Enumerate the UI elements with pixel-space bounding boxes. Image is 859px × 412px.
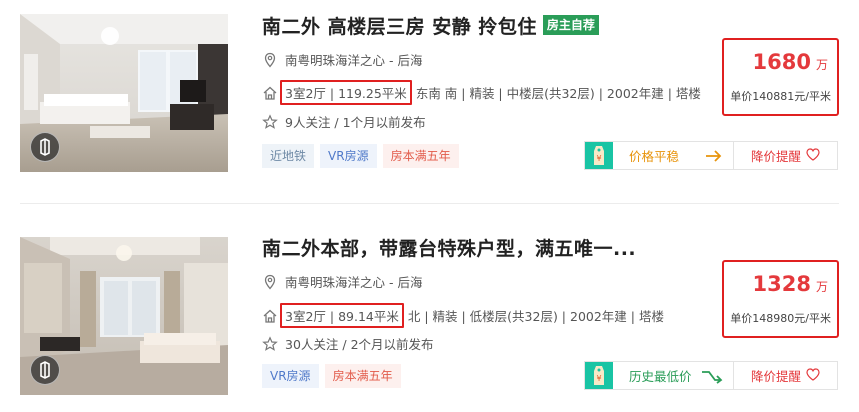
follow-text: 9人关注 / 1个月以前发布	[285, 115, 426, 130]
house-details: 北 | 精装 | 低楼层(共32层) | 2002年建 | 塔楼	[407, 309, 664, 324]
tag-five-years: 房本满五年	[382, 144, 459, 168]
owner-recommend-badge: 房主自荐	[542, 15, 599, 35]
layout-area-highlight: 3室2厅 | 119.25平米	[280, 80, 412, 105]
price-trend-button[interactable]: ¥ 历史最低价	[584, 361, 734, 390]
total-price-number: 1328	[752, 272, 811, 296]
price-trend-label: 历史最低价	[629, 369, 692, 384]
action-bar: ¥ 价格平稳 降价提醒	[584, 141, 839, 170]
listing-photo[interactable]	[20, 237, 228, 395]
unit-price: 单价140881元/平米	[730, 90, 831, 103]
tag-list: VR房源 房本满五年	[262, 364, 407, 388]
star-icon	[262, 335, 278, 352]
house-icon	[262, 85, 278, 101]
unit-price: 单价148980元/平米	[730, 312, 831, 325]
total-price: 1328 万	[753, 272, 828, 296]
house-details: 东南 南 | 精装 | 中楼层(共32层) | 2002年建 | 塔楼	[415, 86, 701, 101]
follow-row: 30人关注 / 2个月以前发布	[262, 334, 434, 353]
heart-icon	[806, 147, 820, 164]
price-drop-alert-label: 降价提醒	[750, 149, 801, 164]
location-text[interactable]: 南粤明珠海洋之心 - 后海	[285, 50, 422, 69]
price-tag-icon: ¥	[585, 142, 613, 169]
house-info-row: 3室2厅 | 89.14平米 北 | 精装 | 低楼层(共32层) | 2002…	[262, 303, 664, 328]
price-trend-button[interactable]: ¥ 价格平稳	[584, 141, 734, 170]
trend-down-icon	[701, 368, 723, 388]
tag-vr: VR房源	[262, 364, 319, 388]
price-drop-alert-button[interactable]: 降价提醒	[734, 141, 838, 170]
vr-icon[interactable]	[30, 355, 60, 385]
svg-text:¥: ¥	[596, 154, 601, 163]
total-price-unit: 万	[815, 58, 828, 72]
house-info-row: 3室2厅 | 119.25平米 东南 南 | 精装 | 中楼层(共32层) | …	[262, 80, 701, 105]
price-box: 1328 万 单价148980元/平米	[722, 260, 839, 338]
tag-five-years: 房本满五年	[324, 364, 401, 388]
heart-icon	[806, 367, 820, 384]
tag-vr: VR房源	[320, 144, 377, 168]
price-box: 1680 万 单价140881元/平米	[722, 38, 839, 116]
tag-near-subway: 近地铁	[262, 144, 315, 168]
action-bar: ¥ 历史最低价 降价提醒	[584, 361, 839, 390]
total-price: 1680 万	[753, 50, 828, 74]
svg-text:¥: ¥	[596, 374, 601, 383]
price-trend-label: 价格平稳	[629, 149, 680, 164]
star-icon	[262, 113, 278, 130]
location-row: 南粤明珠海洋之心 - 后海	[262, 50, 422, 69]
layout-area-highlight: 3室2厅 | 89.14平米	[280, 303, 404, 328]
total-price-number: 1680	[752, 50, 811, 74]
price-drop-alert-button[interactable]: 降价提醒	[734, 361, 838, 390]
listing-photo[interactable]	[20, 14, 228, 172]
total-price-unit: 万	[815, 280, 828, 294]
listing-title[interactable]: 南二外 高楼层三房 安静 拎包住	[262, 12, 537, 39]
tag-list: 近地铁 VR房源 房本满五年	[262, 144, 465, 168]
listing-card[interactable]: 南二外本部，带露台特殊户型，满五唯一... 南粤明珠海洋之心 - 后海 3室2厅…	[0, 222, 859, 402]
location-pin-icon	[262, 52, 278, 68]
price-drop-alert-label: 降价提醒	[750, 369, 801, 384]
house-icon	[262, 308, 278, 324]
location-pin-icon	[262, 274, 278, 290]
listing-card[interactable]: 南二外 高楼层三房 安静 拎包住 房主自荐 南粤明珠海洋之心 - 后海 3室2厅…	[0, 0, 859, 180]
location-text[interactable]: 南粤明珠海洋之心 - 后海	[285, 272, 422, 291]
follow-row: 9人关注 / 1个月以前发布	[262, 112, 426, 131]
listing-title-row: 南二外本部，带露台特殊户型，满五唯一...	[262, 233, 636, 261]
price-tag-icon: ¥	[585, 362, 613, 389]
follow-text: 30人关注 / 2个月以前发布	[285, 337, 434, 352]
vr-icon[interactable]	[30, 132, 60, 162]
listing-title[interactable]: 南二外本部，带露台特殊户型，满五唯一...	[262, 234, 636, 261]
location-row: 南粤明珠海洋之心 - 后海	[262, 272, 422, 291]
listing-divider	[20, 203, 839, 204]
arrow-right-icon	[705, 148, 723, 168]
listing-title-row: 南二外 高楼层三房 安静 拎包住 房主自荐	[262, 11, 599, 39]
